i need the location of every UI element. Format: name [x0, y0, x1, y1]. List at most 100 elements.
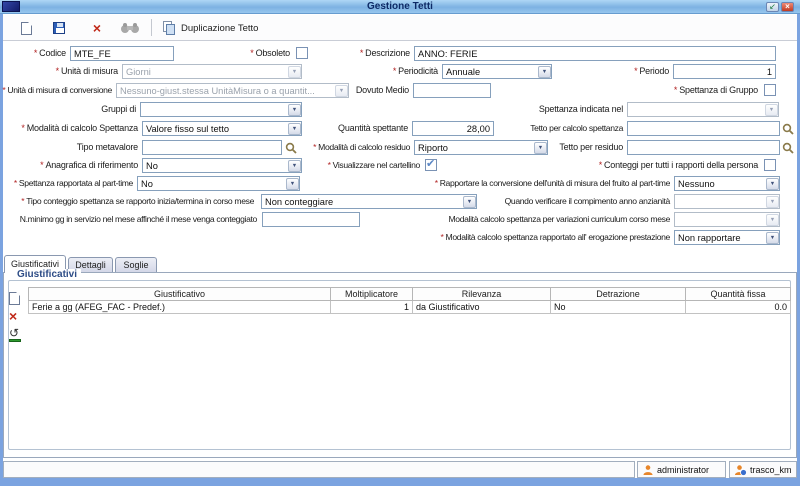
- grid-new-row-button[interactable]: [9, 290, 27, 306]
- required-marker: *: [393, 66, 396, 76]
- grid-delete-row-button[interactable]: ×: [9, 308, 27, 324]
- col-detrazione: Detrazione: [551, 288, 686, 301]
- table-row[interactable]: Ferie a gg (AFEG_FAC - Predef.) 1 da Giu…: [29, 301, 791, 314]
- search-button[interactable]: [118, 18, 142, 38]
- grid-undo-button[interactable]: ↺: [9, 327, 27, 343]
- periodo-input[interactable]: [673, 64, 776, 79]
- required-marker: *: [599, 160, 602, 170]
- required-marker: *: [634, 66, 637, 76]
- gestione-tetti-window: Gestione Tetti ↙ × × Duplicazione Tetto …: [0, 0, 800, 486]
- delete-button[interactable]: ×: [85, 18, 109, 38]
- close-icon: ×: [785, 2, 790, 11]
- n-minimo-gg-label: N.minimo gg in servizio nel mese affinch…: [0, 212, 257, 227]
- tipo-metavalore-label: Tipo metavalore: [0, 140, 138, 155]
- required-marker: *: [21, 196, 24, 206]
- modalita-residuo-select[interactable]: Riporto▼: [414, 140, 548, 155]
- conteggi-rapporti-checkbox[interactable]: [764, 159, 776, 171]
- visualizzare-cartellino-checkbox[interactable]: ✔: [425, 159, 437, 171]
- save-button[interactable]: [47, 18, 71, 38]
- anagrafica-select[interactable]: No▼: [142, 158, 302, 173]
- col-moltiplicatore: Moltiplicatore: [331, 288, 413, 301]
- obsoleto-checkbox[interactable]: [296, 47, 308, 59]
- binoculars-icon: [120, 22, 140, 34]
- new-button[interactable]: [14, 18, 38, 38]
- required-marker: *: [14, 178, 17, 188]
- required-marker: *: [360, 48, 363, 58]
- conteggi-rapporti-label: *Conteggi per tutti i rapporti della per…: [518, 158, 758, 173]
- save-floppy-icon: [53, 22, 65, 34]
- tetto-calcolo-lookup-button[interactable]: [781, 121, 795, 136]
- unita-misura-label: *Unità di misura: [0, 64, 118, 79]
- rapportare-conversione-select[interactable]: Nessuno▼: [674, 176, 780, 191]
- tipo-metavalore-input[interactable]: [142, 140, 282, 155]
- n-minimo-gg-input[interactable]: [262, 212, 360, 227]
- periodicita-select[interactable]: Annuale▼: [442, 64, 552, 79]
- required-marker: *: [56, 66, 59, 76]
- duplicate-icon: [163, 21, 176, 35]
- quando-verificare-label: Quando verificare il compimento anno anz…: [478, 194, 670, 209]
- required-marker: *: [250, 48, 253, 58]
- cell-giustificativo[interactable]: Ferie a gg (AFEG_FAC - Predef.): [29, 301, 331, 314]
- unita-misura-select[interactable]: Giorni▼: [122, 64, 302, 79]
- cell-rilevanza[interactable]: da Giustificativo: [413, 301, 551, 314]
- chevron-down-icon: ▼: [766, 178, 779, 190]
- required-marker: *: [313, 142, 316, 152]
- unita-conversione-select[interactable]: Nessuno-giust.stessa UnitàMisura o a qua…: [116, 83, 349, 98]
- spettanza-gruppo-label: *Spettanza di Gruppo: [595, 83, 758, 98]
- quantita-spettante-input[interactable]: [412, 121, 494, 136]
- tetto-residuo-input[interactable]: [627, 140, 780, 155]
- tetto-residuo-lookup-button[interactable]: [781, 140, 795, 155]
- table-header-row: Giustificativo Moltiplicatore Rilevanza …: [29, 288, 791, 301]
- cell-quantita-fissa[interactable]: 0.0: [686, 301, 791, 314]
- statusbar-profile: trasco_km: [750, 465, 792, 475]
- tetto-calcolo-label: Tetto per calcolo spettanza: [508, 121, 623, 136]
- chevron-down-icon: ▼: [335, 85, 348, 97]
- col-giustificativo: Giustificativo: [29, 288, 331, 301]
- codice-label: *Codice: [0, 46, 66, 61]
- descrizione-input[interactable]: [414, 46, 776, 61]
- spettanza-parttime-label: *Spettanza rapportata al part-time: [0, 176, 133, 191]
- duplicazione-tetto-button[interactable]: Duplicazione Tetto: [159, 18, 262, 38]
- tipo-conteggio-select[interactable]: Non conteggiare▼: [261, 194, 477, 209]
- required-marker: *: [34, 48, 37, 58]
- chevron-down-icon: ▼: [288, 66, 301, 78]
- required-marker: *: [435, 178, 438, 188]
- tab-soglie[interactable]: Soglie: [115, 257, 157, 272]
- gruppi-di-label: Gruppi di: [0, 102, 136, 117]
- tetto-calcolo-input[interactable]: [627, 121, 780, 136]
- duplicazione-tetto-label: Duplicazione Tetto: [181, 23, 258, 34]
- required-marker: *: [2, 85, 5, 95]
- chevron-down-icon: ▼: [463, 196, 476, 208]
- spettanza-parttime-select[interactable]: No▼: [137, 176, 300, 191]
- toolbar: × Duplicazione Tetto: [3, 15, 797, 41]
- cell-detrazione[interactable]: No: [551, 301, 686, 314]
- col-quantita-fissa: Quantità fissa: [686, 288, 791, 301]
- restore-icon: ↙: [769, 2, 776, 11]
- anagrafica-label: *Anagrafica di riferimento: [0, 158, 138, 173]
- codice-input[interactable]: [70, 46, 174, 61]
- spettanza-gruppo-checkbox[interactable]: [764, 84, 776, 96]
- close-window-button[interactable]: ×: [781, 2, 794, 12]
- giustificativi-table: Giustificativo Moltiplicatore Rilevanza …: [28, 287, 791, 314]
- modalita-erogazione-select[interactable]: Non rapportare▼: [674, 230, 780, 245]
- toolbar-separator: [151, 19, 152, 36]
- modalita-spettanza-select[interactable]: Valore fisso sul tetto▼: [142, 121, 302, 136]
- statusbar-profile-cell: trasco_km: [729, 461, 797, 478]
- dovuto-medio-input[interactable]: [413, 83, 491, 98]
- user-globe-icon: [734, 464, 747, 476]
- spettanza-indicata-select[interactable]: ▼: [627, 102, 779, 117]
- undo-icon: ↺: [9, 329, 22, 342]
- chevron-down-icon: ▼: [286, 178, 299, 190]
- required-marker: *: [328, 160, 331, 170]
- restore-window-button[interactable]: ↙: [766, 2, 779, 12]
- modalita-residuo-label: *Modalità di calcolo residuo: [293, 140, 410, 155]
- modalita-variazioni-select[interactable]: ▼: [674, 212, 780, 227]
- statusbar-user: administrator: [657, 465, 709, 475]
- titlebar[interactable]: Gestione Tetti ↙ ×: [0, 0, 800, 14]
- gruppi-di-select[interactable]: ▼: [140, 102, 302, 117]
- chevron-down-icon: ▼: [766, 232, 779, 244]
- window-title: Gestione Tetti: [0, 1, 800, 12]
- modalita-erogazione-label: *Modalità calcolo spettanza rapportato a…: [383, 230, 670, 245]
- cell-moltiplicatore[interactable]: 1: [331, 301, 413, 314]
- quando-verificare-select[interactable]: ▼: [674, 194, 780, 209]
